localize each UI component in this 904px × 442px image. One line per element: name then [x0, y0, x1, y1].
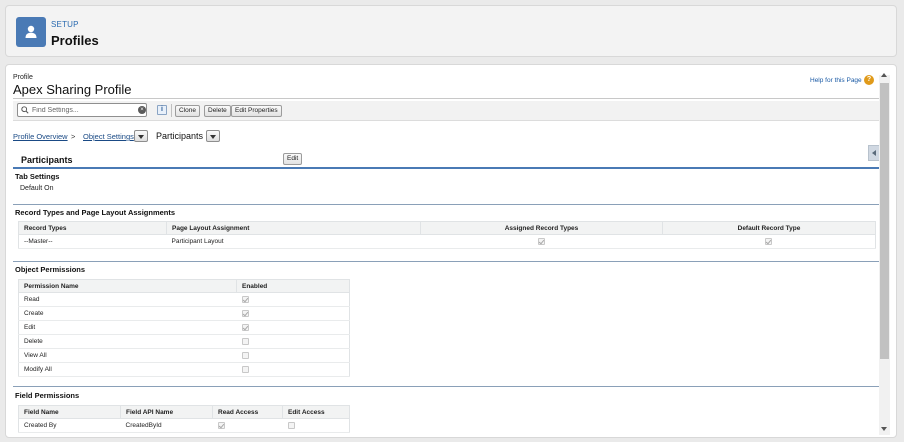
- user-icon: [16, 17, 46, 47]
- participants-dropdown[interactable]: [206, 130, 220, 142]
- info-icon[interactable]: i: [157, 105, 167, 115]
- scroll-up-icon[interactable]: [881, 73, 887, 77]
- table-row: Modify All: [18, 362, 350, 377]
- help-icon[interactable]: ?: [864, 75, 874, 85]
- scrollbar-thumb[interactable]: [880, 83, 889, 359]
- breadcrumb: Profile Overview > Object Settings Parti…: [13, 129, 413, 145]
- record-types-title: Record Types and Page Layout Assignments: [15, 208, 176, 217]
- table-row: --Master-- Participant Layout: [18, 234, 876, 249]
- toolbar: × i Clone Delete Edit Properties: [13, 101, 879, 121]
- setup-label: SETUP: [51, 20, 79, 29]
- section-divider: [13, 204, 879, 205]
- column-header: Enabled: [236, 279, 350, 293]
- object-permissions-table: Permission Name Enabled Read Create Edit…: [18, 279, 350, 377]
- delete-button[interactable]: Delete: [204, 105, 231, 117]
- column-header: Read Access: [212, 405, 283, 419]
- table-row: Edit: [18, 320, 350, 335]
- column-header: Page Layout Assignment: [166, 221, 421, 235]
- clone-button[interactable]: Clone: [175, 105, 200, 117]
- field-api-name: CreatedById: [120, 418, 213, 433]
- field-permissions-table: Field Name Field API Name Read Access Ed…: [18, 405, 350, 433]
- field-permissions-title: Field Permissions: [15, 391, 80, 400]
- permission-name: Read: [18, 292, 237, 307]
- breadcrumb-current: Participants: [156, 131, 204, 141]
- section-divider: [13, 386, 879, 387]
- enabled-checkbox: [241, 323, 249, 331]
- column-header: Record Types: [18, 221, 167, 235]
- column-header: Field API Name: [120, 405, 213, 419]
- enabled-checkbox: [241, 309, 249, 317]
- section-header: Participants Edit: [13, 151, 879, 169]
- edit-access-checkbox: [287, 421, 295, 429]
- table-row: Read: [18, 292, 350, 307]
- permission-name: Edit: [18, 320, 237, 335]
- table-row: Created By CreatedById: [18, 418, 350, 433]
- scroll-down-icon[interactable]: [881, 427, 887, 431]
- object-permissions-title: Object Permissions: [15, 265, 86, 274]
- enabled-checkbox: [241, 365, 249, 373]
- column-header: Permission Name: [18, 279, 237, 293]
- column-header: Assigned Record Types: [420, 221, 663, 235]
- toolbar-divider: [171, 104, 172, 117]
- permission-name: Delete: [18, 334, 237, 349]
- page-layout-name: Participant Layout: [166, 234, 421, 249]
- column-header: Edit Access: [282, 405, 350, 419]
- table-row: View All: [18, 348, 350, 363]
- main-panel: Profile Apex Sharing Profile Help for th…: [5, 64, 897, 438]
- permission-name: Modify All: [18, 362, 237, 377]
- tab-settings-title: Tab Settings: [15, 172, 60, 181]
- profile-name: Apex Sharing Profile: [13, 82, 132, 97]
- column-header: Default Record Type: [662, 221, 876, 235]
- table-row: Create: [18, 306, 350, 321]
- table-row: Delete: [18, 334, 350, 349]
- clear-search-icon[interactable]: ×: [138, 106, 146, 114]
- read-access-checkbox: [217, 421, 225, 429]
- profile-label: Profile: [13, 74, 33, 81]
- record-types-table: Record Types Page Layout Assignment Assi…: [18, 221, 876, 249]
- enabled-checkbox: [241, 337, 249, 345]
- object-settings-dropdown[interactable]: [134, 130, 148, 142]
- tab-settings-value: Default On: [20, 185, 54, 192]
- breadcrumb-object-settings[interactable]: Object Settings: [83, 132, 134, 141]
- search-box[interactable]: ×: [17, 103, 147, 117]
- help-link[interactable]: Help for this Page: [810, 77, 862, 84]
- page-title: Profiles: [51, 33, 99, 48]
- breadcrumb-profile-overview[interactable]: Profile Overview: [13, 132, 68, 141]
- default-checkbox: [765, 237, 773, 245]
- section-divider: [13, 261, 879, 262]
- record-type-name: --Master--: [18, 234, 167, 249]
- section-title: Participants: [21, 155, 73, 165]
- assigned-checkbox: [538, 237, 545, 245]
- title-divider: [13, 98, 879, 99]
- breadcrumb-separator: >: [71, 132, 76, 141]
- setup-header: SETUP Profiles: [5, 5, 897, 57]
- edit-properties-button[interactable]: Edit Properties: [231, 105, 282, 117]
- enabled-checkbox: [241, 295, 249, 303]
- column-header: Field Name: [18, 405, 121, 419]
- permission-name: View All: [18, 348, 237, 363]
- edit-button[interactable]: Edit: [283, 153, 303, 165]
- search-icon: [21, 106, 29, 114]
- enabled-checkbox: [241, 351, 249, 359]
- field-name: Created By: [18, 418, 121, 433]
- permission-name: Create: [18, 306, 237, 321]
- search-input[interactable]: [32, 105, 136, 116]
